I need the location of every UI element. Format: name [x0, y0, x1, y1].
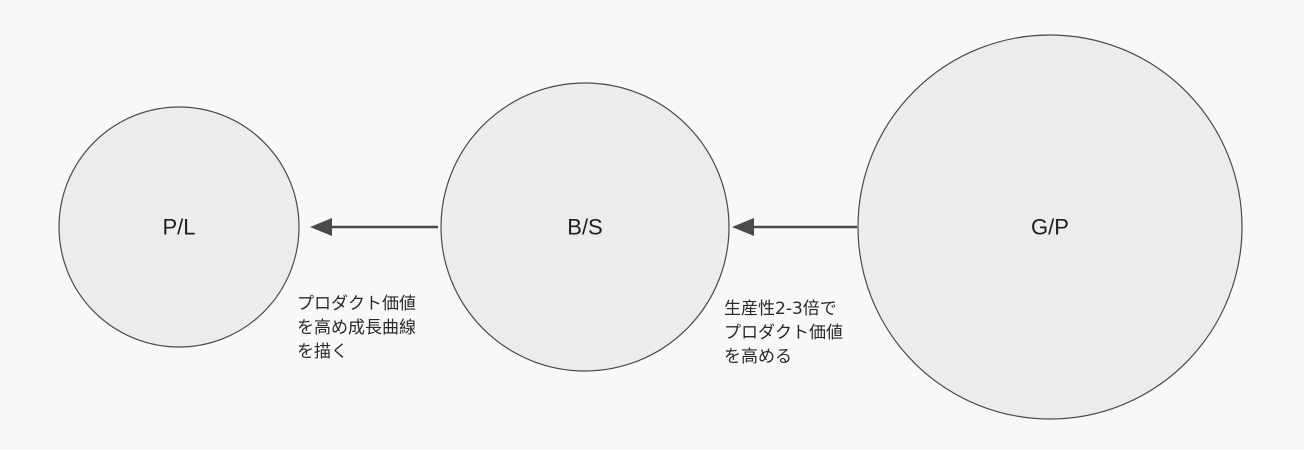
edge-bs-to-pl-label-line-1: プロダクト価値	[297, 294, 416, 314]
node-bs-label: B/S	[567, 215, 602, 240]
relationship-diagram: P/L B/S G/P	[58, 34, 1243, 420]
edge-bs-to-pl-label-line-2: を高め成長曲線	[297, 318, 416, 338]
node-gp: G/P	[857, 34, 1243, 420]
edge-gp-to-bs-label-line-2: プロダクト価値	[724, 323, 843, 343]
edge-gp-to-bs	[732, 218, 857, 236]
edge-bs-to-pl-label: プロダクト価値 を高め成長曲線 を描く	[297, 292, 416, 364]
edge-bs-to-pl-arrowhead	[310, 218, 332, 236]
edge-bs-to-pl-label-line-3: を描く	[297, 342, 348, 362]
edge-gp-to-bs-label: 生産性2-3倍で プロダクト価値 を高める	[724, 297, 843, 369]
node-gp-label: G/P	[1031, 215, 1069, 240]
edge-bs-to-pl	[310, 218, 438, 236]
edge-gp-to-bs-arrowhead	[732, 218, 754, 236]
node-bs: B/S	[440, 82, 730, 372]
edge-gp-to-bs-label-line-3: を高める	[724, 347, 792, 367]
node-pl-label: P/L	[162, 215, 195, 240]
edge-gp-to-bs-label-line-1: 生産性2-3倍で	[724, 299, 837, 319]
node-pl: P/L	[58, 106, 300, 348]
